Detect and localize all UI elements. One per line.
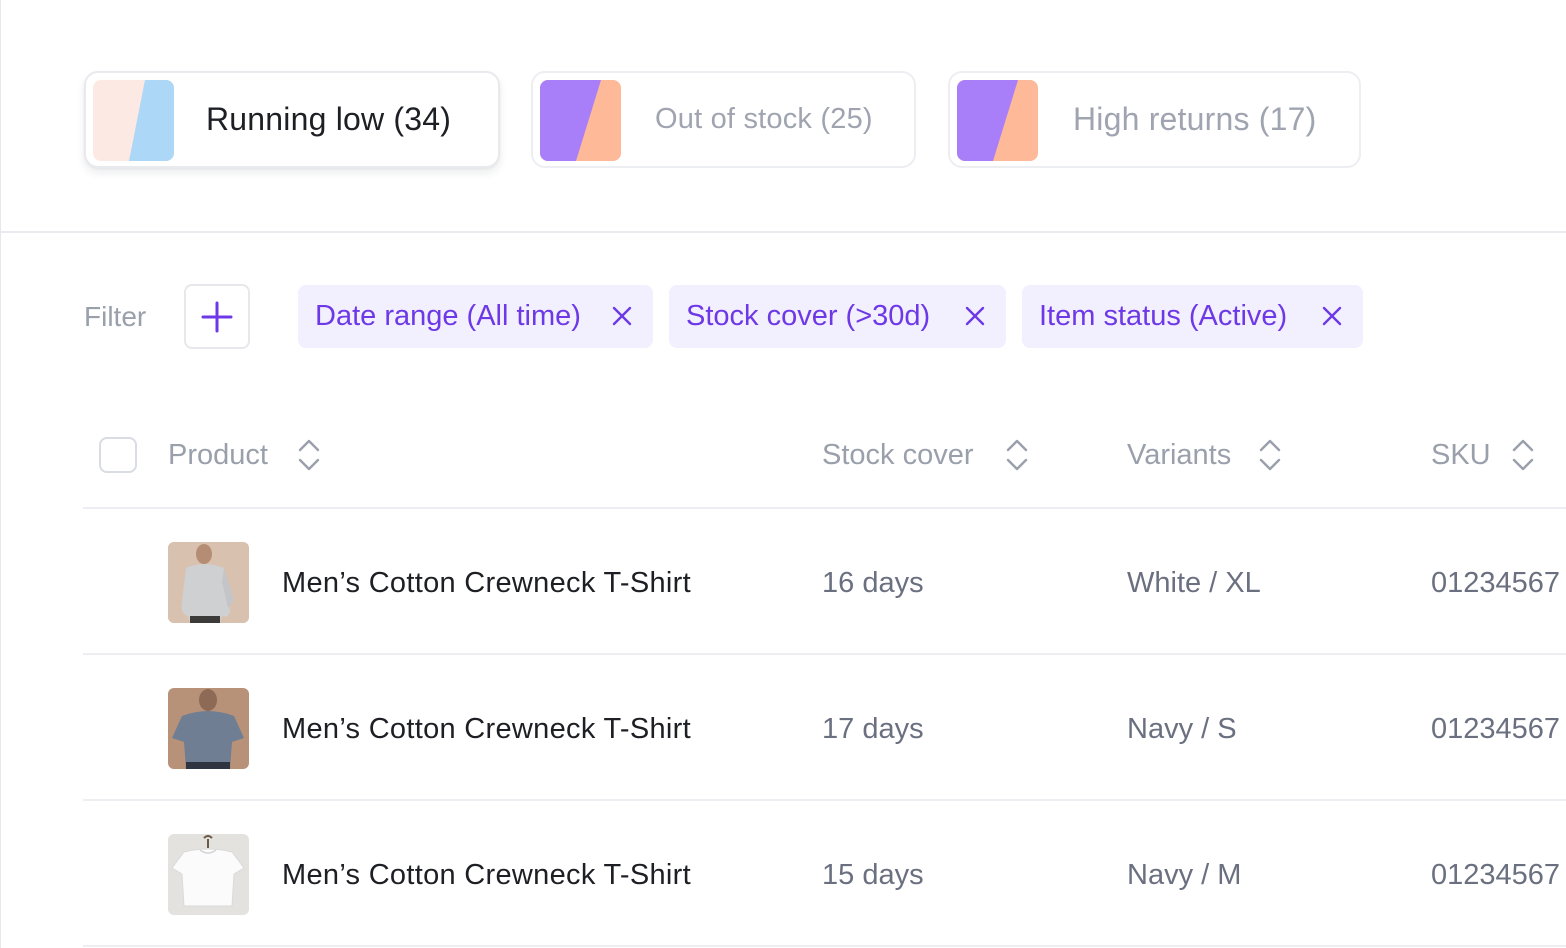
variant-value: Navy / M	[1127, 858, 1242, 891]
segment-swatch-icon	[93, 80, 174, 161]
sku-value: 01234567	[1431, 712, 1561, 745]
stock-cover-value: 17 days	[822, 712, 924, 745]
sort-icon[interactable]	[297, 438, 321, 472]
sku-value: 01234567	[1431, 566, 1561, 599]
filter-label: Filter	[84, 301, 147, 332]
filter-chip-label: Date range (All time)	[315, 300, 581, 332]
segment-label: High returns (17)	[1073, 101, 1317, 137]
stock-cover-value: 15 days	[822, 858, 924, 891]
segment-swatch-icon	[540, 80, 621, 161]
segment-swatch-icon	[957, 80, 1038, 161]
close-icon[interactable]	[611, 305, 633, 327]
close-icon[interactable]	[1321, 305, 1343, 327]
segment-out-of-stock[interactable]: Out of stock (25)	[531, 71, 916, 168]
add-filter-button[interactable]	[184, 284, 250, 349]
product-thumbnail	[168, 834, 249, 915]
plus-icon	[201, 301, 233, 332]
segment-label: Running low (34)	[206, 101, 452, 137]
inventory-panel: Running low (34) Out of stock (25) High …	[0, 0, 1566, 948]
section-divider	[1, 231, 1566, 233]
product-name[interactable]: Men’s Cotton Crewneck T-Shirt	[282, 709, 691, 749]
filter-chip-date-range[interactable]: Date range (All time)	[298, 285, 653, 348]
product-name[interactable]: Men’s Cotton Crewneck T-Shirt	[282, 563, 691, 603]
filter-chip-label: Item status (Active)	[1039, 300, 1288, 332]
sku-value: 01234567	[1431, 858, 1561, 891]
column-header-stock-cover[interactable]: Stock cover	[822, 432, 974, 478]
variant-value: White / XL	[1127, 566, 1261, 599]
sort-icon[interactable]	[1258, 438, 1282, 472]
segment-high-returns[interactable]: High returns (17)	[948, 71, 1361, 168]
close-icon[interactable]	[964, 305, 986, 327]
filter-chip-stock-cover[interactable]: Stock cover (>30d)	[669, 285, 1006, 348]
column-header-product[interactable]: Product	[168, 432, 268, 478]
product-thumbnail	[168, 542, 249, 623]
row-divider	[83, 945, 1566, 947]
row-divider	[83, 653, 1566, 655]
sort-icon[interactable]	[1005, 438, 1029, 472]
variant-value: Navy / S	[1127, 712, 1237, 745]
filter-chip-item-status[interactable]: Item status (Active)	[1022, 285, 1363, 348]
sort-icon[interactable]	[1511, 438, 1535, 472]
column-header-sku[interactable]: SKU	[1431, 432, 1491, 478]
product-name[interactable]: Men’s Cotton Crewneck T-Shirt	[282, 855, 691, 895]
segment-label: Out of stock (25)	[655, 103, 873, 135]
segment-running-low[interactable]: Running low (34)	[84, 71, 500, 168]
select-all-checkbox[interactable]	[99, 437, 137, 473]
product-thumbnail	[168, 688, 249, 769]
stock-cover-value: 16 days	[822, 566, 924, 599]
segment-tabs: Running low (34) Out of stock (25) High …	[1, 0, 1566, 232]
filter-chip-label: Stock cover (>30d)	[686, 300, 931, 332]
row-divider	[83, 799, 1566, 801]
row-divider	[83, 507, 1566, 509]
column-header-variants[interactable]: Variants	[1127, 432, 1231, 478]
